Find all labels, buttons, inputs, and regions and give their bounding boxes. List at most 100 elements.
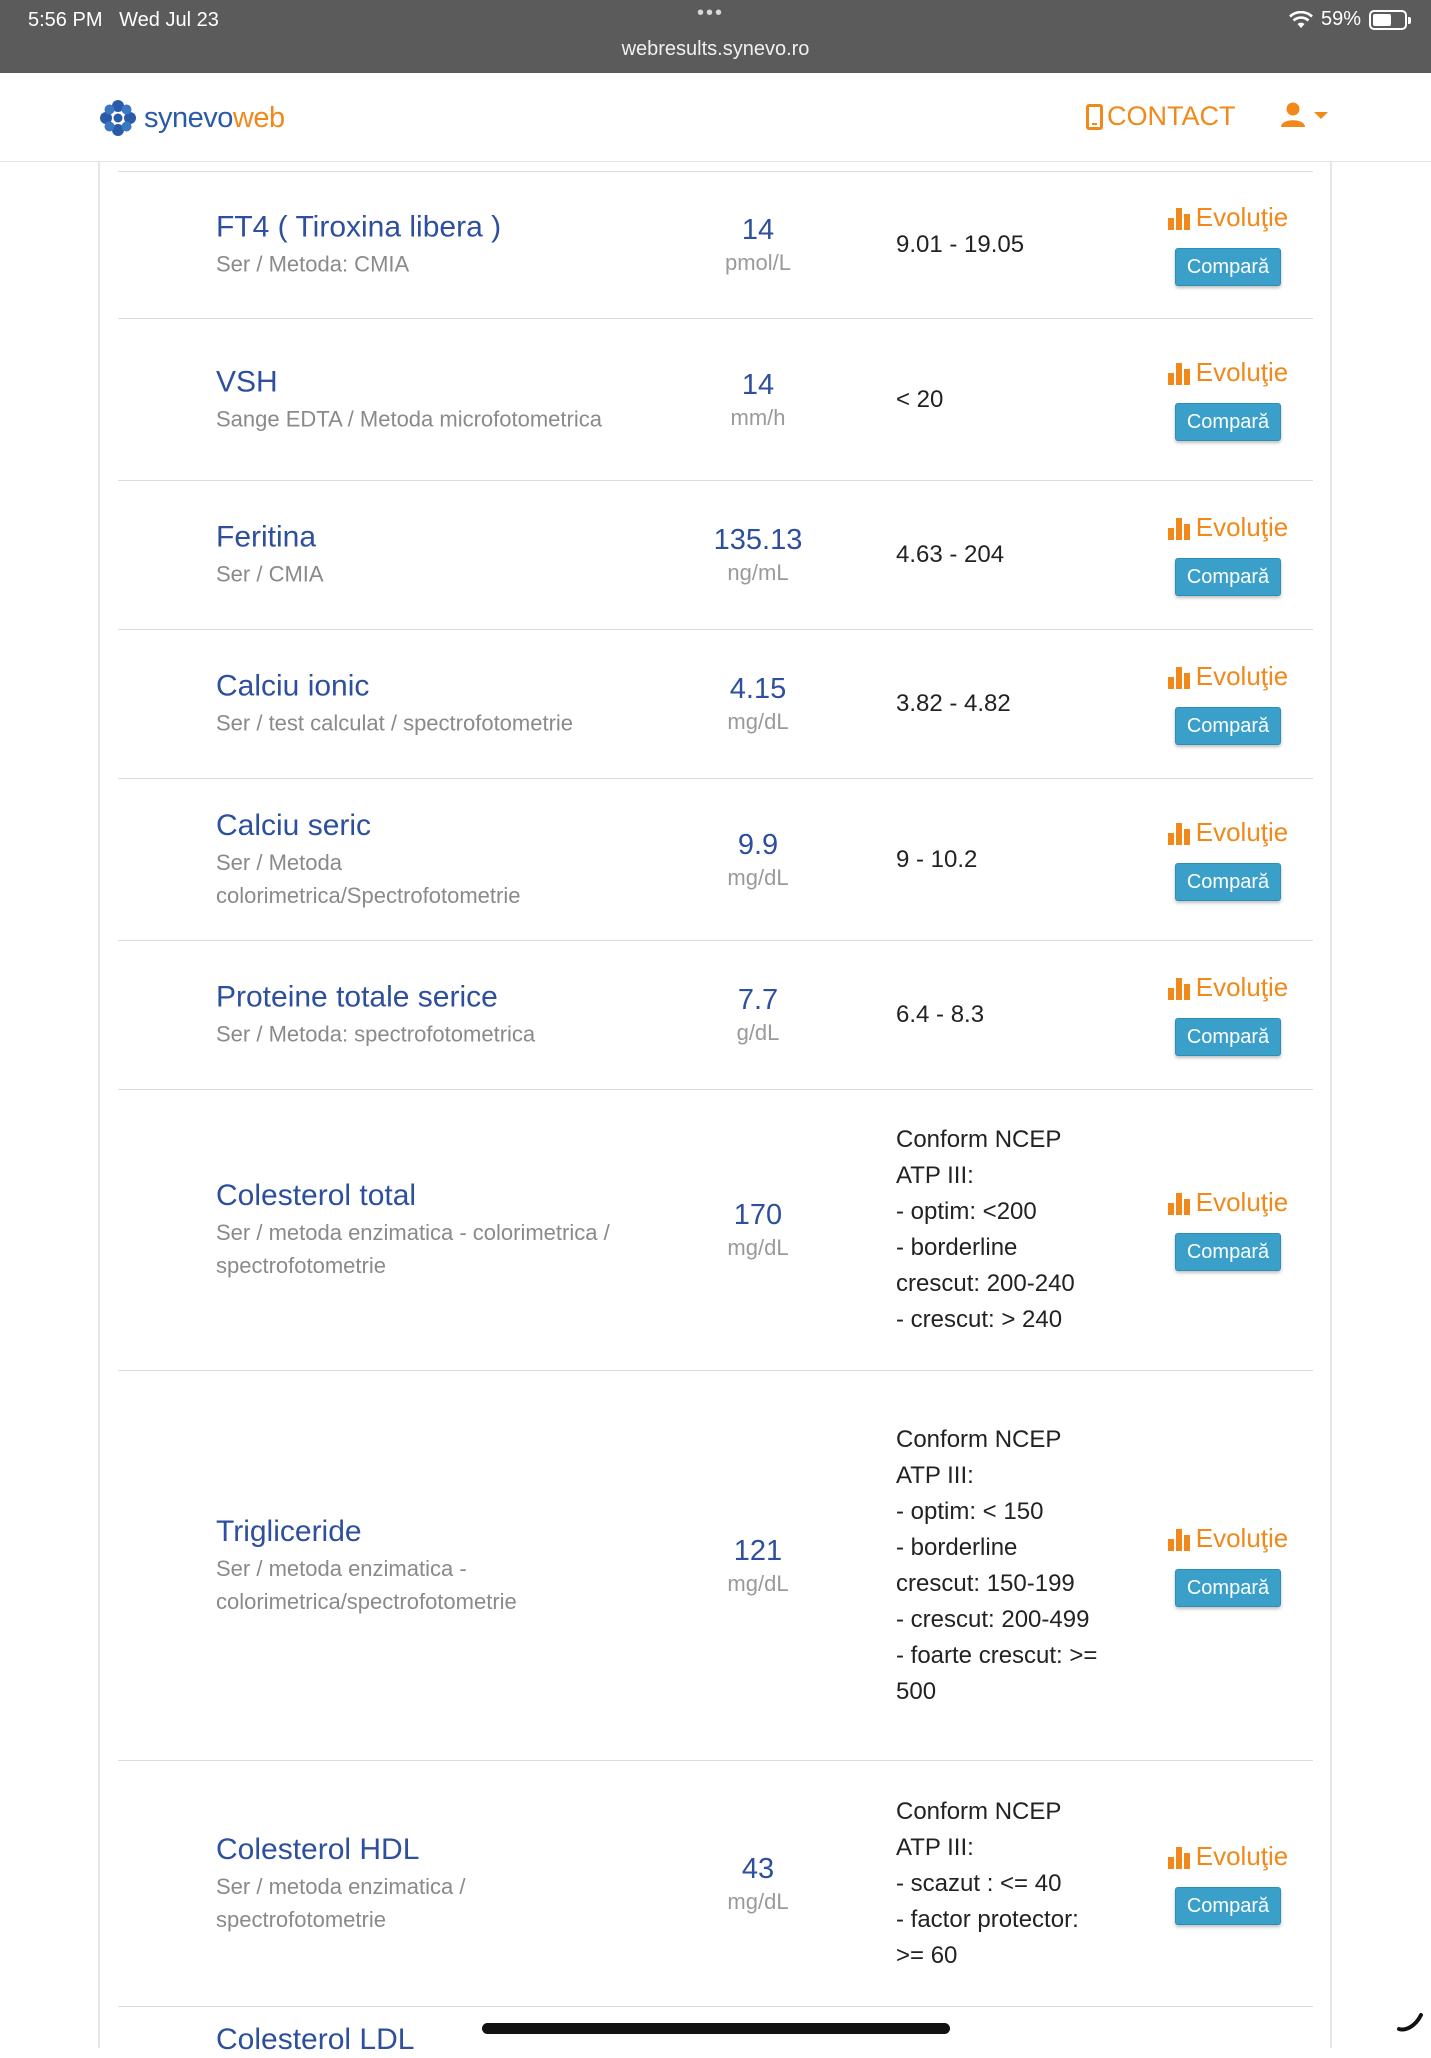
test-name-link[interactable]: Proteine totale serice: [216, 980, 636, 1016]
evolution-label: Evoluţie: [1195, 816, 1289, 847]
result-value: 135.13: [713, 524, 803, 556]
reference-range: Conform NCEP ATP III: - optim: <200 - bo…: [896, 1126, 1075, 1333]
contact-label: CONTACT: [1107, 101, 1236, 131]
test-name-link[interactable]: Calciu ionic: [216, 669, 636, 705]
contact-link[interactable]: CONTACT: [1086, 101, 1236, 132]
test-name-link[interactable]: Colesterol HDL: [216, 1832, 636, 1868]
test-method: Sange EDTA / Metoda microfotometrica: [216, 406, 602, 431]
test-name-link[interactable]: Trigliceride: [216, 1514, 636, 1550]
test-result: 14 mm/h: [678, 367, 838, 433]
test-info: VSH Sange EDTA / Metoda microfotometrica: [216, 364, 636, 435]
user-icon: [1281, 102, 1305, 127]
status-bar: 5:56 PM Wed Jul 23 ••• webresults.synevo…: [0, 0, 1431, 73]
compare-button[interactable]: Compară: [1175, 862, 1281, 901]
evolution-link[interactable]: Evoluţie: [1167, 1187, 1289, 1217]
evolution-link[interactable]: Evoluţie: [1167, 356, 1289, 387]
synevo-logo[interactable]: synevoweb: [98, 98, 285, 138]
test-method: Ser / test calculat / spectrofotometrie: [216, 710, 574, 736]
evolution-link[interactable]: Evoluţie: [1167, 512, 1289, 542]
compare-button[interactable]: Compară: [1175, 1568, 1281, 1607]
compare-button[interactable]: Compară: [1175, 558, 1281, 596]
bar-chart-icon: [1167, 1528, 1190, 1551]
result-unit: ng/mL: [727, 560, 789, 585]
test-result: 4.15 mg/dL: [678, 671, 838, 737]
test-name-link[interactable]: VSH: [216, 364, 636, 400]
compare-button[interactable]: Compară: [1175, 1018, 1281, 1056]
test-name-link[interactable]: Feritina: [216, 520, 636, 556]
more-dots-icon[interactable]: •••: [697, 2, 724, 25]
reference-range: 9.01 - 19.05: [896, 230, 1025, 258]
result-unit: mg/dL: [727, 709, 789, 734]
evolution-label: Evoluţie: [1195, 512, 1289, 542]
battery-icon: [1369, 9, 1411, 30]
bar-chart-icon: [1167, 207, 1190, 230]
bar-chart-icon: [1167, 978, 1190, 1000]
result-row: Colesterol HDL Ser / metoda enzimatica /…: [118, 1761, 1313, 2007]
result-value: 14: [741, 213, 775, 246]
result-value: 7.7: [737, 984, 779, 1016]
bar-chart-icon: [1167, 1846, 1190, 1869]
reference-range: 3.82 - 4.82: [896, 690, 1011, 717]
test-result: 43 mg/dL: [678, 1851, 838, 1917]
logo-wordmark: synevoweb: [144, 101, 285, 134]
compare-button[interactable]: Compară: [1175, 1233, 1281, 1271]
test-result: 170 mg/dL: [678, 1197, 838, 1263]
evolution-link[interactable]: Evoluţie: [1167, 204, 1288, 230]
synevo-flower-icon: [100, 100, 136, 136]
compare-button[interactable]: Compară: [1175, 247, 1281, 286]
row-actions: Evoluţie Compară: [1148, 663, 1308, 745]
bar-chart-icon: [1167, 822, 1190, 845]
result-row: Trigliceride Ser / metoda enzimatica - c…: [118, 1371, 1313, 1761]
home-indicator: [482, 2023, 950, 2034]
test-name-partial[interactable]: Colesterol LDL: [216, 2022, 414, 2058]
test-info: Calciu ionic Ser / test calculat / spect…: [216, 669, 636, 740]
address-bar-url[interactable]: webresults.synevo.ro: [0, 38, 1431, 61]
result-value: 4.15: [729, 673, 787, 705]
result-value: 43: [741, 1852, 775, 1885]
result-unit: mm/h: [730, 404, 786, 430]
reference-range: Conform NCEP ATP III: - optim: < 150 - b…: [896, 1425, 1098, 1705]
status-time: 5:56 PM Wed Jul 23: [28, 9, 219, 31]
test-method: Ser / Metoda: CMIA: [216, 251, 410, 276]
test-result: 121 mg/dL: [678, 1533, 838, 1599]
evolution-link[interactable]: Evoluţie: [1167, 1843, 1288, 1869]
row-actions: Evoluţie Compară: [1148, 819, 1308, 901]
test-info: Trigliceride Ser / metoda enzimatica - c…: [216, 1514, 636, 1618]
test-method: Ser / metoda enzimatica - colorimetrica/…: [216, 1555, 517, 1614]
result-row: VSH Sange EDTA / Metoda microfotometrica…: [118, 319, 1313, 481]
result-unit: mg/dL: [727, 1888, 789, 1914]
compare-button[interactable]: Compară: [1175, 402, 1281, 441]
test-result: 135.13 ng/mL: [678, 522, 838, 588]
evolution-link[interactable]: Evoluţie: [1167, 974, 1288, 1000]
reference-range: Conform NCEP ATP III: - scazut : <= 40 -…: [896, 1797, 1079, 1969]
row-actions: Evoluţie Compară: [1148, 1189, 1308, 1271]
evolution-link[interactable]: Evoluţie: [1167, 816, 1289, 847]
result-row: Calciu ionic Ser / test calculat / spect…: [118, 630, 1313, 779]
bar-chart-icon: [1167, 362, 1190, 385]
status-indicators: 59%: [1289, 8, 1411, 31]
result-unit: g/dL: [736, 1020, 780, 1045]
result-unit: pmol/L: [724, 249, 792, 275]
evolution-label: Evoluţie: [1195, 1187, 1289, 1217]
test-name-link[interactable]: Calciu seric: [216, 808, 636, 844]
row-actions: Evoluţie Compară: [1148, 1843, 1308, 1925]
bar-chart-icon: [1167, 518, 1190, 540]
test-method: Ser / Metoda colorimetrica/Spectrofotome…: [216, 849, 521, 908]
evolution-label: Evoluţie: [1195, 356, 1289, 387]
test-info: Colesterol total Ser / metoda enzimatica…: [216, 1178, 636, 1282]
test-name-link[interactable]: Colesterol total: [216, 1178, 636, 1214]
evolution-link[interactable]: Evoluţie: [1167, 663, 1288, 689]
test-name-link[interactable]: FT4 ( Tiroxina libera ): [216, 209, 636, 245]
evolution-link[interactable]: Evoluţie: [1167, 1525, 1288, 1551]
wifi-icon: [1289, 10, 1313, 28]
test-info: Calciu seric Ser / Metoda colorimetrica/…: [216, 808, 636, 912]
compare-button[interactable]: Compară: [1175, 1886, 1281, 1925]
bar-chart-icon: [1167, 1193, 1190, 1215]
compare-button[interactable]: Compară: [1175, 707, 1281, 745]
test-info: Colesterol HDL Ser / metoda enzimatica /…: [216, 1832, 636, 1936]
user-menu[interactable]: [1280, 101, 1328, 127]
result-value: 170: [733, 1199, 783, 1231]
row-actions: Evoluţie Compară: [1148, 359, 1308, 441]
result-row: Calciu seric Ser / Metoda colorimetrica/…: [118, 779, 1313, 941]
test-info: FT4 ( Tiroxina libera ) Ser / Metoda: CM…: [216, 209, 636, 280]
